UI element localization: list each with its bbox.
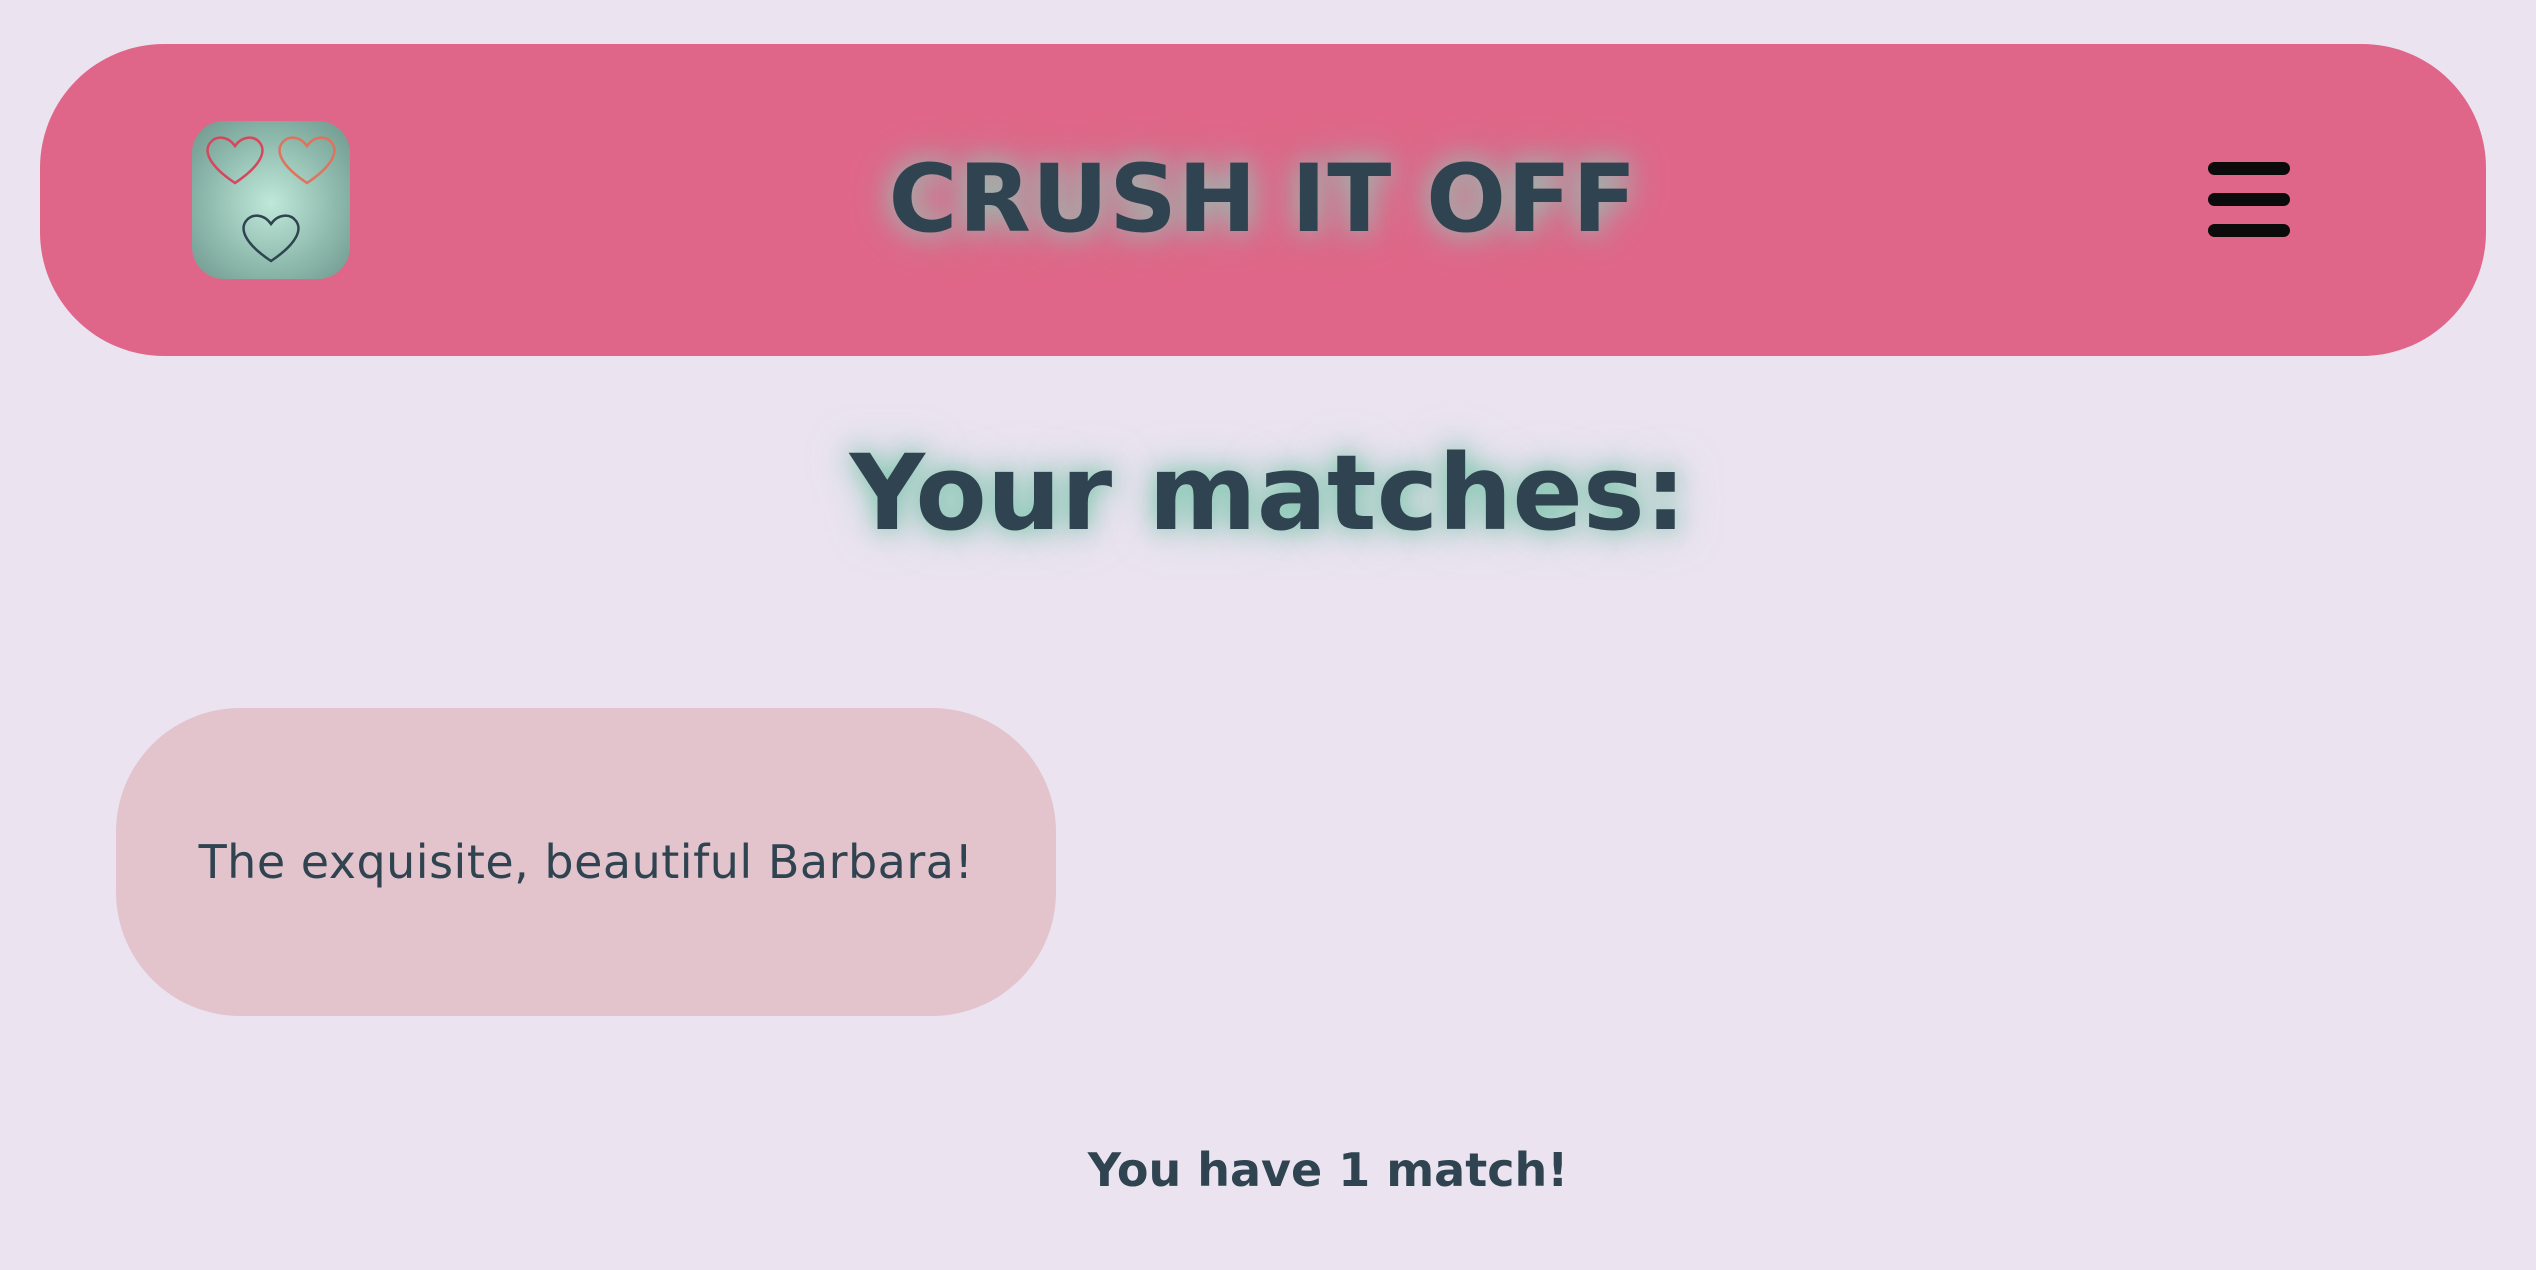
top-header: CRUSH IT OFF <box>40 44 2486 356</box>
page-title: Your matches: <box>849 432 1687 554</box>
menu-bar-bottom <box>2208 224 2290 237</box>
brand-title: CRUSH IT OFF <box>888 145 1638 254</box>
menu-bar-middle <box>2208 193 2290 206</box>
menu-bar-top <box>2208 162 2290 175</box>
match-card[interactable]: The exquisite, beautiful Barbara! <box>116 708 1056 1016</box>
match-card-label: The exquisite, beautiful Barbara! <box>198 835 974 889</box>
hamburger-menu-icon[interactable] <box>2204 156 2294 244</box>
match-count-text: You have 1 match! <box>1087 1143 1569 1197</box>
